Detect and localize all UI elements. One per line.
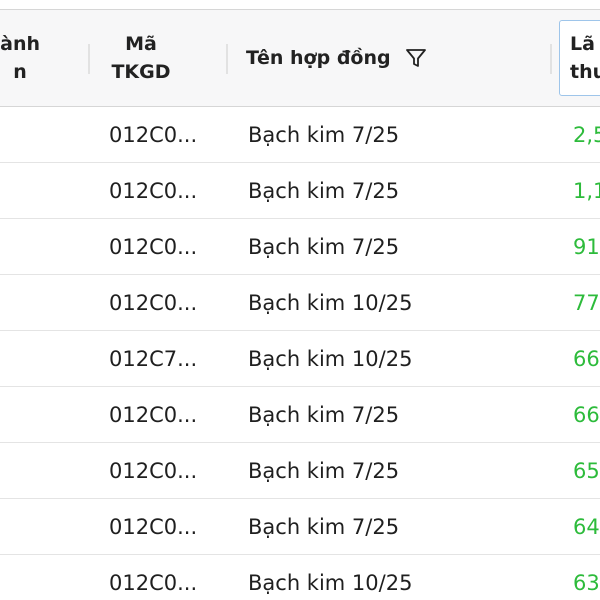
account-code-cell: 012C7... [109, 346, 198, 371]
column-separator[interactable] [226, 44, 228, 74]
column-separator[interactable] [550, 44, 552, 74]
header-contract-name[interactable]: Tên hợp đồng [246, 10, 446, 106]
table-row[interactable]: 012C0... Bạch kim 7/25 2,5 [0, 107, 600, 163]
header-profit-sorted[interactable]: Lã thu [559, 20, 600, 96]
table-row[interactable]: 012C0... Bạch kim 10/25 63 [0, 555, 600, 600]
header-account-code-label: Mã TKGD [111, 30, 170, 86]
header-col-truncated[interactable]: ành n [0, 10, 40, 106]
column-separator[interactable] [88, 44, 90, 74]
table-row[interactable]: 012C7... Bạch kim 10/25 66 [0, 331, 600, 387]
header-col-truncated-line1: ành [0, 33, 40, 55]
table-row[interactable]: 012C0... Bạch kim 10/25 770 [0, 275, 600, 331]
profit-cell: 91 [573, 234, 600, 259]
table-header: ành n Mã TKGD Tên hợp đồng Lã thu [0, 9, 600, 107]
header-profit-line1: Lã [570, 33, 595, 55]
account-code-cell: 012C0... [109, 290, 198, 315]
account-code-cell: 012C0... [109, 234, 198, 259]
account-code-cell: 012C0... [109, 458, 198, 483]
profit-cell: 66 [573, 346, 600, 371]
contract-name-cell: Bạch kim 7/25 [248, 178, 400, 203]
account-code-cell: 012C0... [109, 178, 198, 203]
table-body: 012C0... Bạch kim 7/25 2,5 012C0... Bạch… [0, 107, 600, 600]
header-account-code-line2: TKGD [111, 61, 171, 83]
contract-name-cell: Bạch kim 10/25 [248, 570, 413, 595]
contract-name-cell: Bạch kim 10/25 [248, 290, 413, 315]
profit-cell: 2,5 [573, 122, 600, 147]
contract-name-cell: Bạch kim 7/25 [248, 458, 400, 483]
table-row[interactable]: 012C0... Bạch kim 7/25 65 [0, 443, 600, 499]
contract-name-cell: Bạch kim 7/25 [248, 234, 400, 259]
filter-icon[interactable] [405, 47, 427, 69]
contract-name-cell: Bạch kim 7/25 [248, 514, 400, 539]
profit-cell: 770 [573, 290, 600, 315]
table-row[interactable]: 012C0... Bạch kim 7/25 1,1 [0, 163, 600, 219]
header-account-code-line1: Mã [125, 33, 157, 55]
contract-name-cell: Bạch kim 10/25 [248, 346, 413, 371]
profit-cell: 66 [573, 402, 600, 427]
viewport: ành n Mã TKGD Tên hợp đồng Lã thu 012C0.… [0, 0, 600, 600]
contracts-table: ành n Mã TKGD Tên hợp đồng Lã thu 012C0.… [0, 9, 600, 600]
account-code-cell: 012C0... [109, 122, 198, 147]
header-col-truncated-line2: n [13, 61, 27, 83]
header-profit-line2: thu [570, 61, 600, 83]
profit-cell: 65 [573, 458, 600, 483]
table-row[interactable]: 012C0... Bạch kim 7/25 91 [0, 219, 600, 275]
table-row[interactable]: 012C0... Bạch kim 7/25 66 [0, 387, 600, 443]
contract-name-cell: Bạch kim 7/25 [248, 402, 400, 427]
profit-cell: 64 [573, 514, 600, 539]
profit-cell: 1,1 [573, 178, 600, 203]
profit-cell: 63 [573, 570, 600, 595]
header-profit-label: Lã thu [570, 30, 600, 86]
contract-name-cell: Bạch kim 7/25 [248, 122, 400, 147]
header-account-code[interactable]: Mã TKGD [96, 10, 186, 106]
table-row[interactable]: 012C0... Bạch kim 7/25 64 [0, 499, 600, 555]
header-col-truncated-label: ành n [0, 30, 40, 86]
account-code-cell: 012C0... [109, 402, 198, 427]
header-contract-name-label: Tên hợp đồng [246, 47, 391, 69]
account-code-cell: 012C0... [109, 514, 198, 539]
account-code-cell: 012C0... [109, 570, 198, 595]
